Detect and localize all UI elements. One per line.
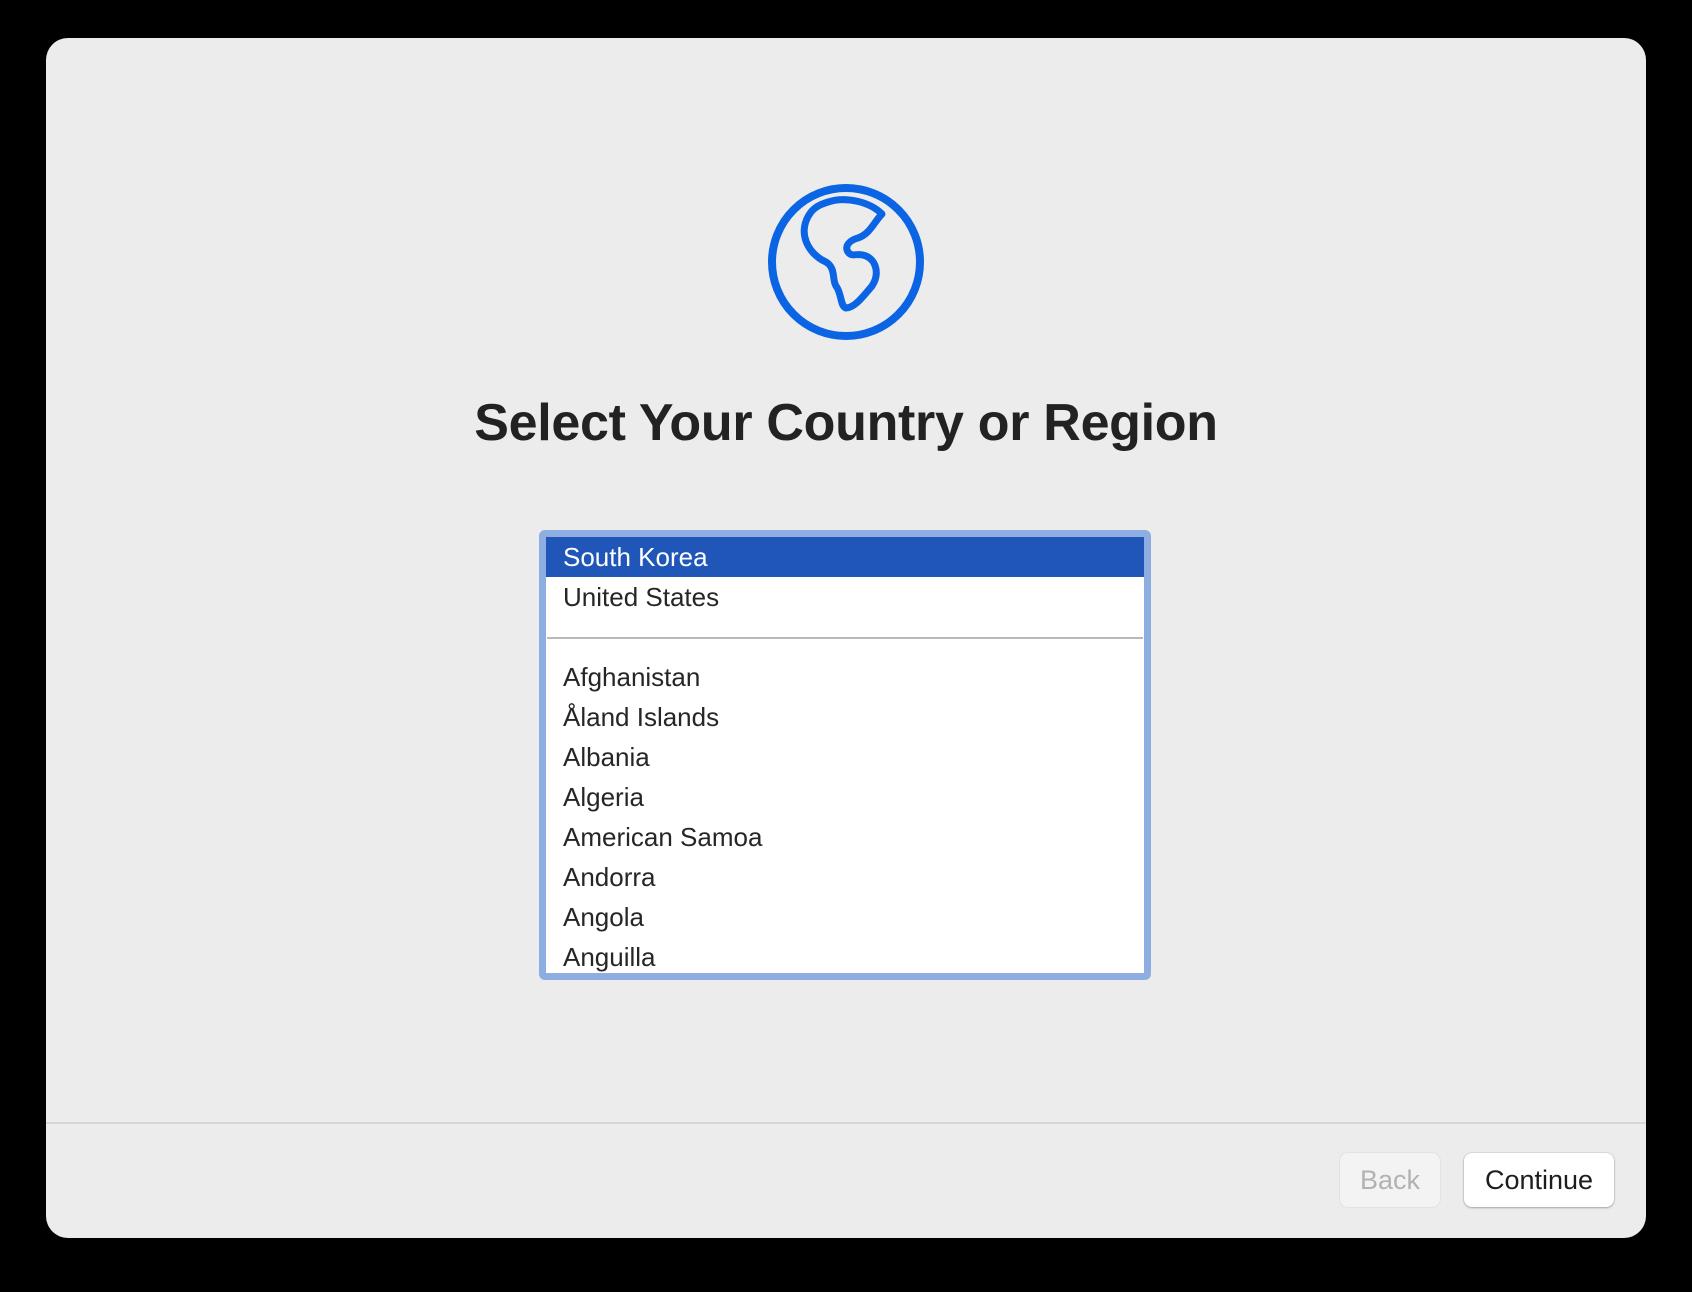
list-item-south-korea[interactable]: South Korea xyxy=(546,537,1144,577)
back-button[interactable]: Back xyxy=(1340,1153,1440,1207)
list-item[interactable]: Afghanistan xyxy=(546,657,1144,697)
setup-assistant-window: Select Your Country or Region South Kore… xyxy=(46,38,1646,1238)
globe-icon xyxy=(766,182,926,342)
list-item[interactable]: Andorra xyxy=(546,857,1144,897)
list-item[interactable]: Angola xyxy=(546,897,1144,937)
list-item[interactable]: Åland Islands xyxy=(546,697,1144,737)
list-item-united-states[interactable]: United States xyxy=(546,577,1144,617)
country-list[interactable]: South Korea United States Afghanistan Ål… xyxy=(546,537,1144,973)
list-item[interactable]: Anguilla xyxy=(546,937,1144,973)
list-item[interactable]: Algeria xyxy=(546,777,1144,817)
footer-divider xyxy=(46,1122,1646,1124)
list-item[interactable]: American Samoa xyxy=(546,817,1144,857)
page-title: Select Your Country or Region xyxy=(474,394,1218,452)
continue-button[interactable]: Continue xyxy=(1464,1153,1614,1207)
list-item[interactable]: Albania xyxy=(546,737,1144,777)
